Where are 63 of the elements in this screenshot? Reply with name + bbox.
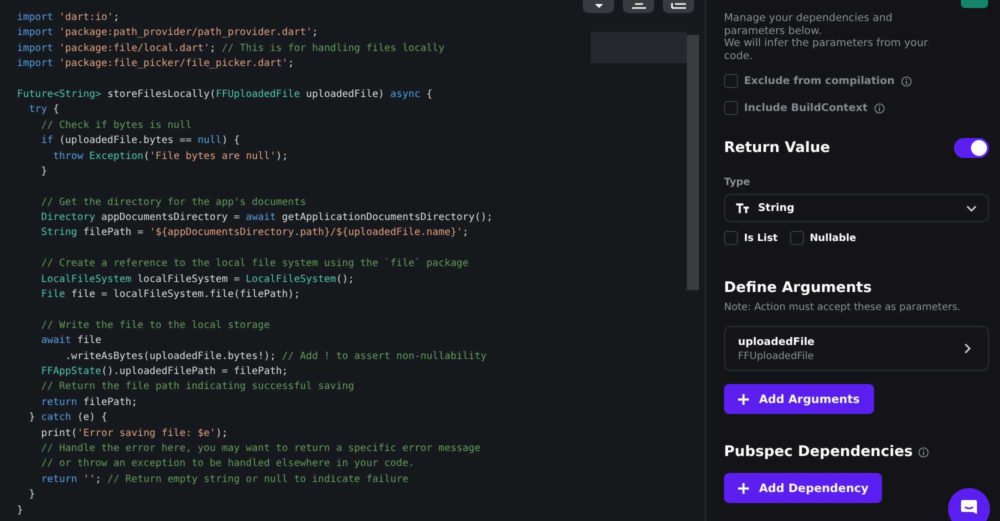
checkbox[interactable] [724, 74, 738, 88]
section-title: Define Arguments [724, 280, 873, 296]
section-title: Return Value [724, 140, 830, 156]
info-icon [900, 76, 912, 86]
code-line: Directory appDocumentsDirectory = await getApplicationDocumentsDirectory(); [40, 211, 493, 226]
info-icon [918, 446, 929, 458]
checkbox[interactable] [724, 231, 738, 245]
argument-name: uploadedFile [738, 336, 816, 348]
type-dropdown[interactable]: String [724, 194, 989, 222]
chat-button[interactable] [948, 488, 990, 521]
code-line: import 'dart:io'; [17, 11, 120, 25]
field-label: Type [724, 177, 752, 188]
scrollbar[interactable] [687, 35, 699, 290]
chat-icon [960, 499, 978, 515]
add-dependency-button[interactable]: Add Dependency [724, 473, 882, 503]
note-text: Note: Action must accept these as parameters. [724, 302, 962, 313]
code-line: // Get the directory for the app's documents [40, 196, 306, 210]
option-label: Exclude from compilation [744, 75, 895, 87]
checkbox[interactable] [790, 231, 804, 245]
text-type-icon [735, 202, 750, 214]
caret-icon [594, 4, 604, 9]
plus-icon [737, 482, 750, 494]
plus-icon [737, 392, 750, 406]
code-line: import 'package:file/local.dart'; // This is for handling files locally [17, 42, 444, 56]
add-arguments-button[interactable]: Add Arguments [724, 384, 874, 414]
code-line: } catch (e) { [28, 411, 108, 426]
code-line: if (uploadedFile.bytes == null) { [40, 134, 240, 148]
checkbox-label: Is List [744, 232, 778, 244]
code-line: Future<String> storeFilesLocally(FFUploadedFile uploadedFile) async { [17, 88, 432, 102]
code-line: return ''; // Return empty string or null to indicate failure [40, 472, 408, 487]
section-title: Pubspec Dependencies [724, 444, 913, 460]
code-line: String filePath = '${appDocumentsDirectory.path}/${uploadedFile.name}'; [40, 226, 469, 240]
code-line: print('Error saving file: $e'); [40, 426, 228, 441]
code-line: // Check if bytes is null [40, 118, 192, 133]
argument-type: FFUploadedFile [738, 350, 815, 362]
code-line: return filePath; [40, 396, 138, 410]
code-line: FFAppState().uploadedFilePath = filePath; [40, 364, 288, 379]
code-line: LocalFileSystem localFileSystem = LocalFileSystem(); [40, 272, 354, 287]
code-line: import 'package:path_provider/path_provider.dart'; [17, 26, 318, 40]
code-line: import 'package:file_picker/file_picker.dart'; [17, 57, 294, 72]
code-line: try { [28, 103, 60, 118]
description-text: We will infer the parameters from your code. [724, 37, 929, 62]
code-line: .writeAsBytes(uploadedFile.bytes!); // Add ! to assert non-nullability [64, 350, 487, 364]
info-icon [874, 102, 884, 114]
code-line: File file = localFileSystem.file(filePath); [40, 288, 300, 302]
code-line: // Handle the error here, you may want to return a specific error message [40, 442, 481, 456]
option-label: Include BuildContext [744, 102, 868, 114]
checkbox-label: Nullable [810, 232, 856, 244]
code-line: } [17, 504, 24, 518]
lines-icon [632, 3, 646, 9]
lines-icon [670, 3, 686, 9]
checkbox[interactable] [724, 101, 738, 115]
code-line: } [28, 488, 36, 502]
toggle-switch[interactable] [954, 138, 989, 158]
argument-card[interactable]: uploadedFile FFUploadedFile [724, 326, 989, 371]
code-line: // Return the file path indicating successful saving [40, 380, 354, 394]
code-line: throw Exception('File bytes are null'); [52, 150, 288, 164]
code-line: await file [40, 334, 102, 348]
code-line: // Write the file to the local storage [40, 318, 270, 333]
code-line: } [40, 164, 48, 179]
code-line: // or throw an exception to be handled elsewhere in your code. [40, 457, 414, 472]
code-line: // Create a reference to the local file system using the `file` package [40, 257, 469, 272]
description-text: Manage your dependencies and parameters below. [724, 12, 894, 37]
